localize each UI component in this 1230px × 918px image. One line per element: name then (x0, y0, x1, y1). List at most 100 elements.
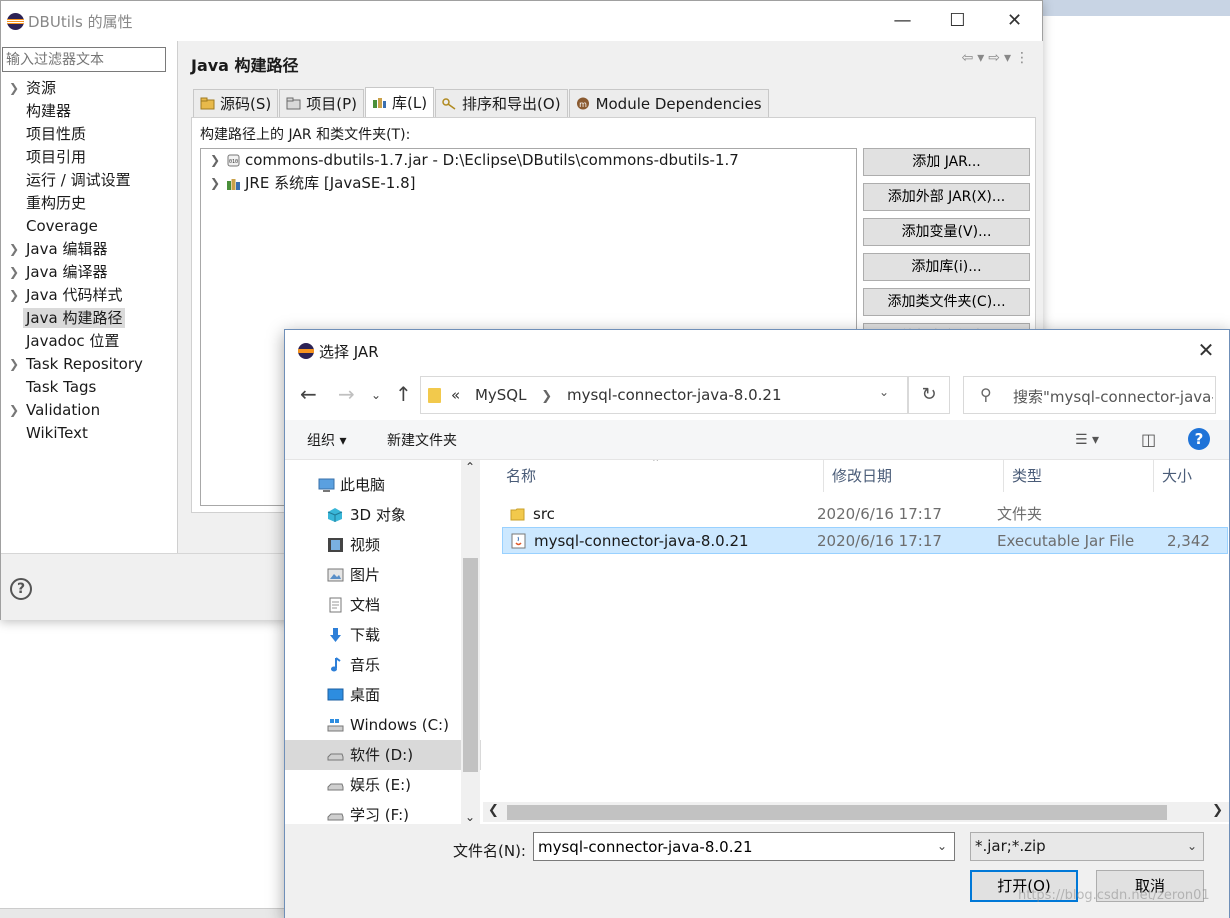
refresh-icon[interactable]: ↻ (908, 376, 950, 414)
nav-item[interactable]: 娱乐 (E:) (285, 770, 481, 800)
list-item[interactable]: ❯ JRE 系统库 [JavaSE-1.8] (201, 172, 856, 195)
tree-item-label: Task Repository (26, 355, 143, 373)
help-icon[interactable]: ? (1188, 428, 1210, 450)
chevron-down-icon: ⌄ (1186, 839, 1197, 853)
nav-item[interactable]: 文档 (285, 590, 481, 620)
tree-item[interactable]: WikiText (1, 422, 177, 445)
forward-icon[interactable]: → (338, 382, 355, 406)
add-external-jar-button[interactable]: 添加外部 JAR(X)... (863, 183, 1030, 211)
tab-order-export[interactable]: 排序和导出(O) (435, 89, 568, 117)
help-icon[interactable]: ? (10, 578, 32, 600)
tab-libraries[interactable]: 库(L) (364, 87, 435, 117)
nav-item[interactable]: 图片 (285, 560, 481, 590)
tree-item-java-build-path[interactable]: Java 构建路径 (1, 307, 177, 330)
list-item[interactable]: ❯ 010 commons-dbutils-1.7.jar - D:\Eclip… (201, 149, 856, 172)
chevron-down-icon[interactable]: ⌄ (937, 839, 947, 853)
tree-item[interactable]: 项目性质 (1, 123, 177, 146)
breadcrumb-item[interactable]: MySQL (475, 386, 527, 404)
preview-pane-icon[interactable]: ◫ (1141, 430, 1156, 449)
close-icon[interactable]: ✕ (987, 1, 1042, 41)
tree-item[interactable]: Javadoc 位置 (1, 330, 177, 353)
tree-item[interactable]: ❯ Java 编辑器 (1, 238, 177, 261)
filter-input[interactable] (2, 47, 166, 72)
column-header-name[interactable]: 名称 (498, 460, 824, 492)
nav-item[interactable]: 3D 对象 (285, 500, 481, 530)
scrollbar-thumb[interactable] (507, 805, 1167, 820)
scrollbar-thumb[interactable] (463, 558, 478, 772)
add-jar-button[interactable]: 添加 JAR... (863, 148, 1030, 176)
nav-item[interactable]: 桌面 (285, 680, 481, 710)
tree-item[interactable]: 重构历史 (1, 192, 177, 215)
tree-item[interactable]: 项目引用 (1, 146, 177, 169)
back-icon[interactable]: ← (300, 382, 317, 406)
tab-module-dependencies[interactable]: m Module Dependencies (568, 89, 769, 117)
scroll-right-icon[interactable]: ❯ (1212, 803, 1223, 818)
nav-item-this-pc[interactable]: 此电脑 (285, 470, 481, 500)
up-icon[interactable]: ↑ (395, 382, 412, 406)
expand-arrow-icon[interactable]: ❯ (9, 284, 19, 307)
category-tree: ❯ 资源 构建器 项目性质 项目引用 运行 / 调试设置 重构历史 Coverag… (1, 77, 177, 445)
tree-item[interactable]: ❯ Java 编译器 (1, 261, 177, 284)
tree-item[interactable]: ❯ Java 代码样式 (1, 284, 177, 307)
expand-arrow-icon[interactable]: ❯ (210, 149, 220, 172)
organize-menu[interactable]: 组织 ▾ (307, 430, 346, 450)
search-input[interactable]: ⚲ 搜索"mysql-connector-java-8.0.21" (963, 376, 1216, 414)
expand-arrow-icon[interactable]: ❯ (9, 77, 19, 100)
expand-arrow-icon[interactable]: ❯ (9, 238, 19, 261)
column-header-date[interactable]: 修改日期 (824, 460, 1004, 492)
add-library-button[interactable]: 添加库(i)... (863, 253, 1030, 281)
new-folder-button[interactable]: 新建文件夹 (387, 430, 457, 450)
breadcrumb-overflow[interactable]: « (451, 386, 460, 404)
breadcrumb-item[interactable]: mysql-connector-java-8.0.21 (567, 386, 782, 404)
file-row-mysql-connector[interactable]: mysql-connector-java-8.0.21 2020/6/16 17… (502, 527, 1228, 554)
tree-item-label: Coverage (26, 217, 98, 235)
file-list-hscrollbar[interactable]: ❮ ❯ (483, 802, 1229, 822)
tab-source[interactable]: 源码(S) (193, 89, 279, 117)
tree-item[interactable]: ❯ 资源 (1, 77, 177, 100)
nav-item[interactable]: 下载 (285, 620, 481, 650)
tree-item[interactable]: ❯ Validation (1, 399, 177, 422)
address-bar[interactable]: « MySQL ❯ mysql-connector-java-8.0.21 ⌄ (420, 376, 908, 414)
nav-item-drive-d[interactable]: 软件 (D:) (285, 740, 481, 770)
tree-item[interactable]: 构建器 (1, 100, 177, 123)
scroll-up-icon[interactable]: ⌃ (465, 460, 475, 474)
add-variable-button[interactable]: 添加变量(V)... (863, 218, 1030, 246)
maximize-icon[interactable]: ☐ (930, 1, 985, 41)
page-title: Java 构建路径 (191, 56, 299, 75)
tree-item[interactable]: ❯ Task Repository (1, 353, 177, 376)
file-row-src[interactable]: src 2020/6/16 17:17 文件夹 (502, 501, 1228, 528)
column-header-type[interactable]: 类型 (1004, 460, 1154, 492)
tree-item-label: Java 代码样式 (26, 286, 123, 304)
filename-input[interactable] (533, 832, 955, 861)
file-type-filter-select[interactable]: *.jar;*.zip ⌄ (970, 832, 1204, 861)
expand-arrow-icon[interactable]: ❯ (9, 399, 19, 422)
column-header-size[interactable]: 大小 (1154, 460, 1229, 492)
scroll-left-icon[interactable]: ❮ (488, 803, 499, 818)
scroll-down-icon[interactable]: ⌄ (465, 810, 475, 824)
tree-item[interactable]: Task Tags (1, 376, 177, 399)
source-folder-icon (200, 97, 215, 110)
tree-item-label: Java 编译器 (26, 263, 108, 281)
breadcrumb-separator-icon[interactable]: ❯ (541, 389, 552, 404)
nav-item[interactable]: 学习 (F:) (285, 800, 481, 824)
nav-item[interactable]: 音乐 (285, 650, 481, 680)
tree-item[interactable]: 运行 / 调试设置 (1, 169, 177, 192)
expand-arrow-icon[interactable]: ❯ (210, 172, 220, 195)
recent-locations-icon[interactable]: ⌄ (371, 388, 381, 402)
chevron-down-icon[interactable]: ⌄ (879, 385, 889, 399)
close-icon[interactable]: ✕ (1183, 330, 1229, 370)
navigation-scrollbar[interactable]: ⌃ ⌄ (461, 460, 480, 824)
view-options-icon[interactable]: ☰ ▾ (1075, 432, 1099, 448)
history-nav-icons[interactable]: ⇦▾⇨▾⋮ (961, 50, 1033, 66)
expand-arrow-icon[interactable]: ❯ (9, 353, 19, 376)
tree-item[interactable]: Coverage (1, 215, 177, 238)
tab-projects[interactable]: 项目(P) (279, 89, 364, 117)
nav-item[interactable]: Windows (C:) (285, 710, 481, 740)
nav-label: 下载 (350, 626, 381, 644)
nav-item[interactable]: 视频 (285, 530, 481, 560)
expand-arrow-icon[interactable]: ❯ (9, 261, 19, 284)
file-type: 文件夹 (997, 505, 1043, 523)
tab-label: 源码(S) (220, 95, 272, 113)
minimize-icon[interactable]: — (875, 1, 930, 41)
add-class-folder-button[interactable]: 添加类文件夹(C)... (863, 288, 1030, 316)
